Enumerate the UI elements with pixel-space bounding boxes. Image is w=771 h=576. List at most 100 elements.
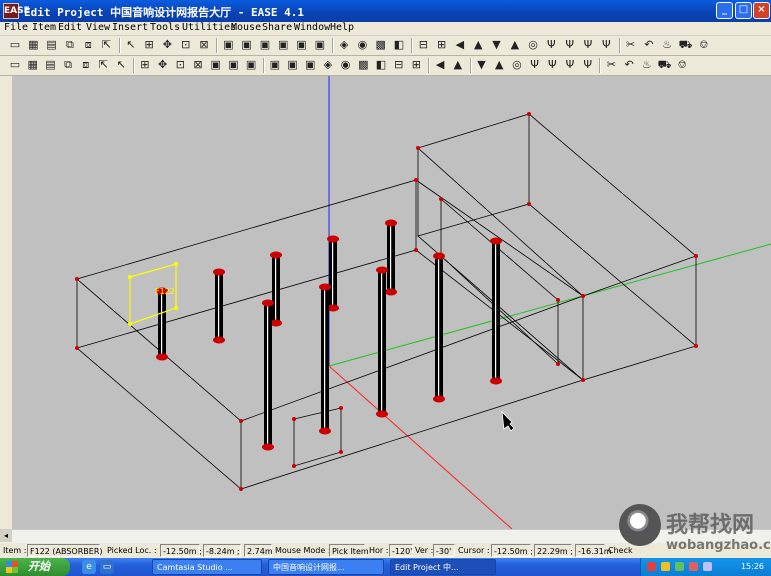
view6-icon[interactable]: ▣ [313,38,327,52]
copy-view-icon[interactable]: ⧉ [63,38,77,52]
light2-icon[interactable]: ▣ [226,58,240,72]
undo-icon[interactable]: ◀ [433,58,447,72]
bulb-icon[interactable]: ♨ [660,38,674,52]
menu-item[interactable]: Item [32,22,56,33]
box-icon[interactable]: ⊟ [392,58,406,72]
car-icon[interactable]: ⛟ [679,38,693,52]
start-button[interactable]: 开始 [0,558,70,576]
speaker2-icon[interactable]: Ψ [563,38,577,52]
column-1[interactable] [156,287,168,361]
measure-icon[interactable]: ⧈ [79,58,93,72]
column-8[interactable] [376,266,388,418]
cut-icon[interactable]: ✂ [624,38,638,52]
desktop-icon[interactable]: ▭ [100,560,114,574]
box4-icon[interactable]: ↶ [622,58,636,72]
tray-network-icon[interactable] [661,562,670,571]
view3-icon[interactable]: ▣ [258,38,272,52]
render-icon[interactable]: ◈ [337,38,351,52]
column-9[interactable] [433,252,445,403]
task-camtasia[interactable]: Camtasia Studio ... [152,559,262,575]
minimize-button[interactable]: _ [716,2,733,19]
box2-icon[interactable]: ⊞ [409,58,423,72]
ie-icon[interactable]: e [82,560,96,574]
view2-icon[interactable]: ▣ [240,38,254,52]
line2-icon[interactable]: ✥ [156,58,170,72]
menu-mouse[interactable]: Mouse [231,22,261,33]
zoom-fit-icon[interactable]: ⊡ [179,38,193,52]
camera-icon[interactable]: ◉ [355,38,369,52]
view1-icon[interactable]: ▣ [221,38,235,52]
pointer-icon[interactable]: ↖ [124,38,138,52]
light-icon[interactable]: ⇱ [97,58,111,72]
maximize-button[interactable]: □ [735,2,752,19]
task-report-hall[interactable]: 中国音响设计网报... [268,559,384,575]
box6-icon[interactable]: ⛟ [658,58,672,72]
face-icon[interactable]: ▣ [268,58,282,72]
joint-icon[interactable]: ▤ [43,58,57,72]
app-logo-icon[interactable]: EASE [3,3,30,19]
edge2-icon[interactable]: ⊠ [191,58,205,72]
plane2-icon[interactable]: ◉ [339,58,353,72]
menu-edit[interactable]: Edit [58,22,82,33]
3d-viewport[interactable]: F122 [12,76,771,529]
probe-icon[interactable]: ⎊ [697,38,711,52]
light3-icon[interactable]: ▩ [356,58,370,72]
redo-icon[interactable]: ▲ [451,58,465,72]
speaker4-icon[interactable]: Ψ [599,38,613,52]
box5-icon[interactable]: ♨ [640,58,654,72]
lamp-icon[interactable]: ◎ [526,38,540,52]
close-button[interactable]: × [753,2,770,19]
table-icon[interactable]: ⊞ [435,38,449,52]
scale4-icon[interactable]: Ψ [581,58,595,72]
box3-icon[interactable]: ✂ [604,58,618,72]
menu-tools[interactable]: Tools [150,22,180,33]
view5-icon[interactable]: ▣ [295,38,309,52]
undo-icon[interactable]: ↶ [642,38,656,52]
line-icon[interactable]: ▦ [26,58,40,72]
scale3-icon[interactable]: ◧ [374,58,388,72]
menu-help[interactable]: Help [330,22,354,33]
delete2-icon[interactable]: ⊞ [138,58,152,72]
tray-record-icon[interactable] [647,562,656,571]
scale-icon[interactable]: ↖ [114,58,128,72]
up-icon[interactable]: ▲ [471,38,485,52]
measure2-icon[interactable]: ▣ [209,58,223,72]
view4-icon[interactable]: ▣ [276,38,290,52]
up2-icon[interactable]: ▲ [508,38,522,52]
new-icon[interactable]: ▭ [8,38,22,52]
measure3-icon[interactable]: Ψ [545,58,559,72]
zoom-extents-icon[interactable]: ⊠ [197,38,211,52]
joint2-icon[interactable]: ⊡ [173,58,187,72]
tray-volume-icon[interactable] [675,562,684,571]
joint3-icon[interactable]: ◎ [510,58,524,72]
edge3-icon[interactable]: Ψ [528,58,542,72]
palette-icon[interactable]: ◧ [392,38,406,52]
plane-icon[interactable]: ◈ [321,58,335,72]
pan-icon[interactable]: ✥ [160,38,174,52]
calc-icon[interactable]: ⊟ [416,38,430,52]
menu-share[interactable]: Share [262,22,292,33]
speaker3-icon[interactable]: Ψ [581,38,595,52]
light4-icon[interactable]: Ψ [563,58,577,72]
menu-view[interactable]: View [86,22,110,33]
tray-antivirus-icon[interactable] [689,562,698,571]
menu-window[interactable]: Window [294,22,330,33]
calc2-icon[interactable]: ⎊ [675,58,689,72]
speaker-icon[interactable]: Ψ [544,38,558,52]
menu-file[interactable]: File [4,22,28,33]
zoom-box-icon[interactable]: ⊞ [142,38,156,52]
clock[interactable]: 15:26 [741,558,764,576]
line3-icon[interactable]: ▲ [492,58,506,72]
arrow-left-icon[interactable]: ◀ [453,38,467,52]
scroll-left-arrow-icon[interactable]: ◂ [0,530,12,542]
menu-utilities[interactable]: Utilities [182,22,236,33]
paste-view-icon[interactable]: ⧈ [81,38,95,52]
save-icon[interactable]: ▤ [45,38,59,52]
face2-icon[interactable]: ▣ [286,58,300,72]
edge-icon[interactable]: ⧉ [61,58,75,72]
column-5[interactable] [385,219,397,296]
wedge-icon[interactable]: ▣ [303,58,317,72]
grid-icon[interactable]: ▦ [26,38,40,52]
down-icon[interactable]: ▼ [490,38,504,52]
scale2-icon[interactable]: ▣ [244,58,258,72]
